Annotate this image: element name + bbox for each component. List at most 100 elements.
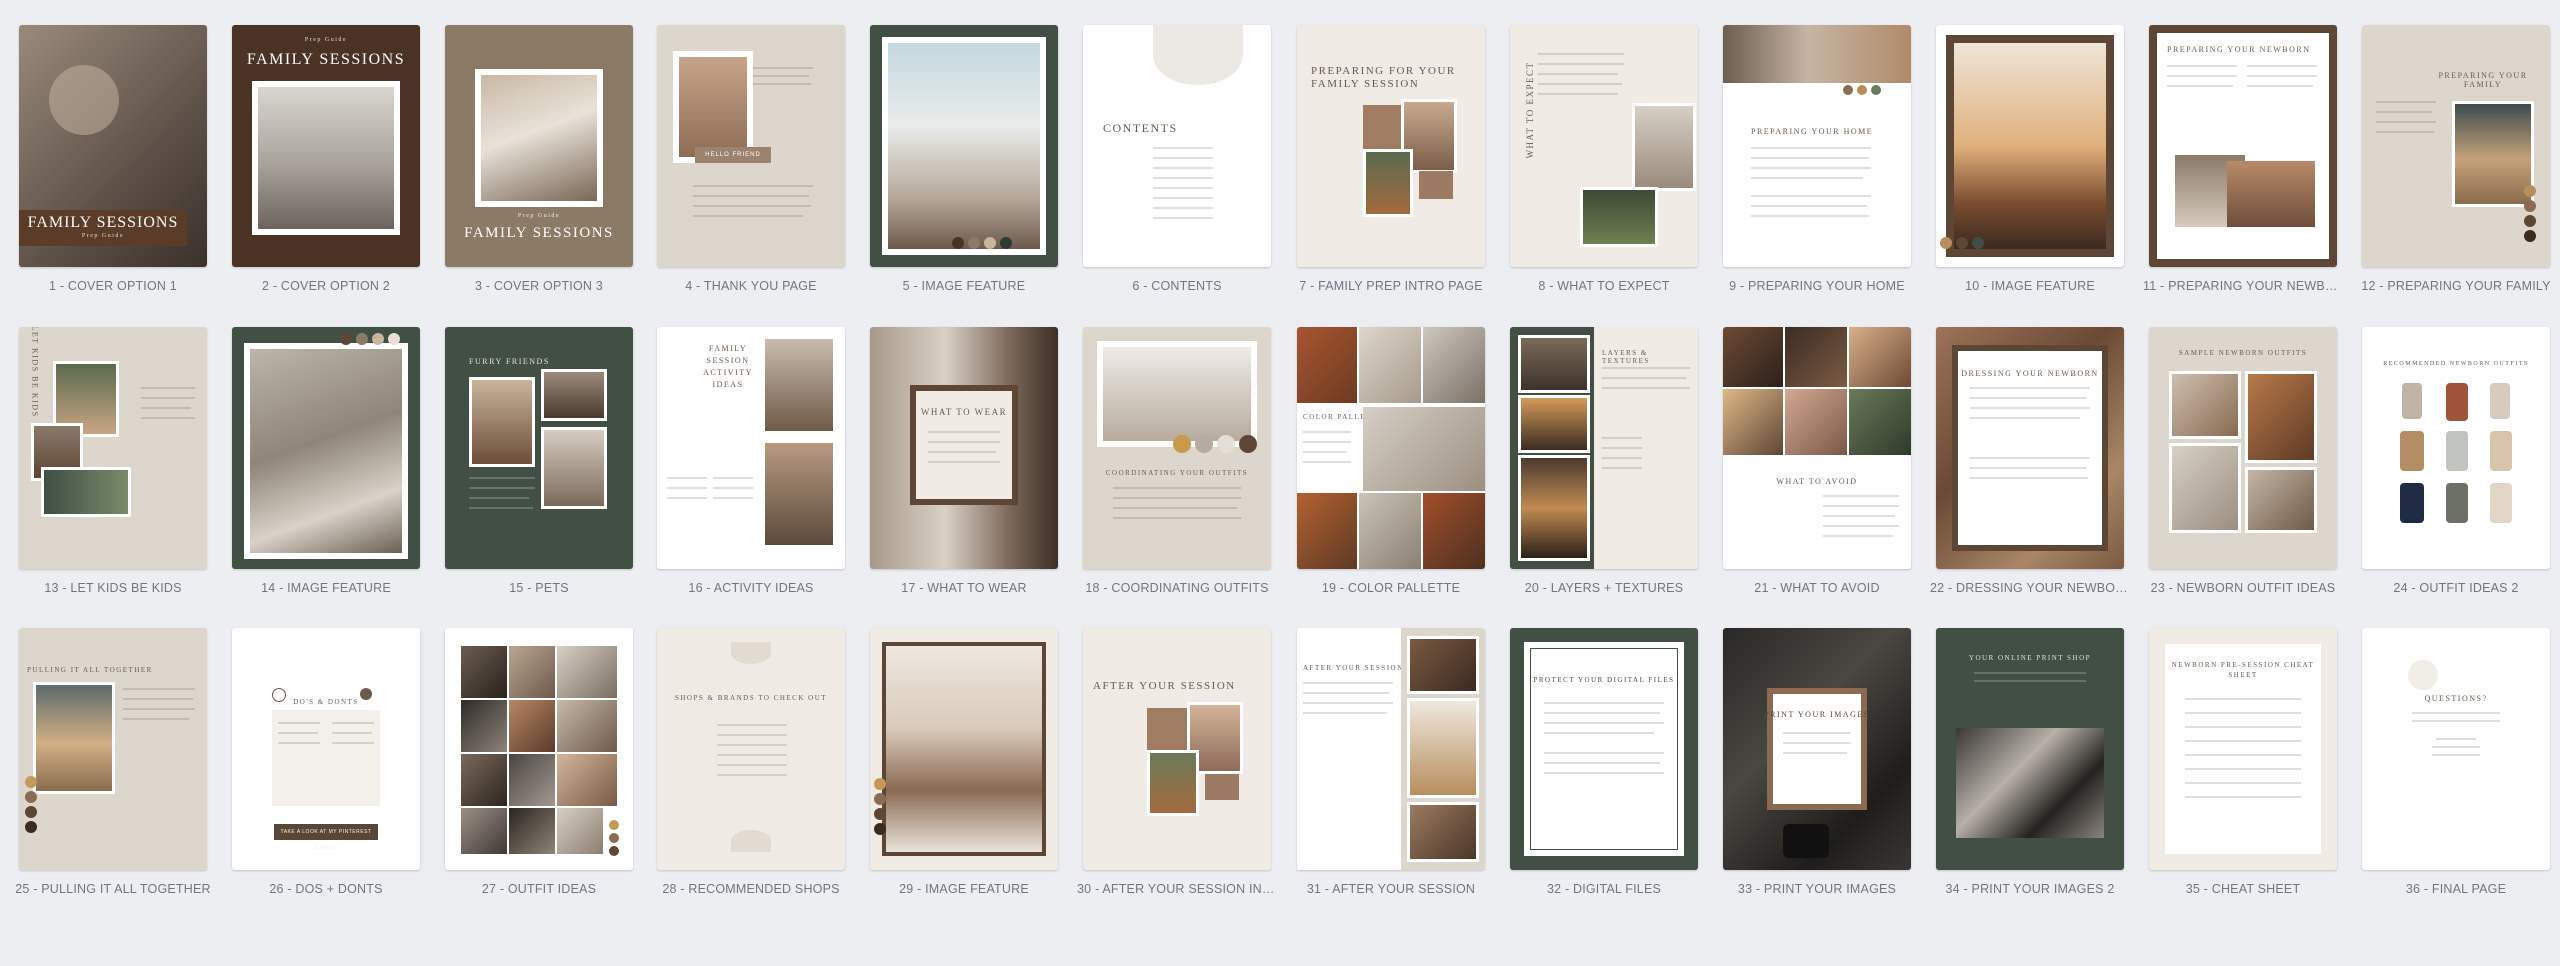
page-thumbnail[interactable]: DRESSING YOUR NEWBORN — [1936, 327, 2124, 569]
page-thumbnail[interactable]: HELLO FRIEND — [657, 25, 845, 267]
photo — [461, 646, 507, 698]
color-swatches — [25, 776, 37, 833]
page-card-28[interactable]: SHOPS & BRANDS TO CHECK OUT 28 - RECOMME… — [657, 628, 845, 896]
page-thumbnail[interactable]: PULLING IT ALL TOGETHER — [19, 628, 207, 870]
page-card-19[interactable]: COLOR PALLETTE 19 - COLOR PALLETTE — [1297, 327, 1485, 595]
page-caption: 20 - LAYERS + TEXTURES — [1524, 581, 1684, 595]
page-thumbnail[interactable]: RECOMMENDED NEWBORN OUTFITS — [2362, 327, 2550, 569]
page-card-30[interactable]: AFTER YOUR SESSION 30 - AFTER YOUR SESSI… — [1077, 628, 1277, 896]
page-card-33[interactable]: PRINT YOUR IMAGES 33 - PRINT YOUR IMAGES — [1723, 628, 1911, 896]
page-card-24[interactable]: RECOMMENDED NEWBORN OUTFITS 24 - OUTFIT … — [2362, 327, 2550, 595]
page-card-2[interactable]: Prep Guide FAMILY SESSIONS 2 - COVER OPT… — [232, 25, 420, 293]
page-thumbnail[interactable]: FURRY FRIENDS — [445, 327, 633, 569]
page-thumbnail[interactable]: NEWBORN PRE-SESSION CHEAT SHEET — [2149, 628, 2337, 870]
page-card-15[interactable]: FURRY FRIENDS 15 - PETS — [445, 327, 633, 595]
photo — [761, 439, 837, 549]
page-caption: 6 - CONTENTS — [1132, 279, 1222, 293]
page-card-17[interactable]: WHAT TO WEAR 17 - WHAT TO WEAR — [870, 327, 1058, 595]
contents-heading: CONTENTS — [1103, 121, 1178, 135]
page-thumbnail[interactable]: Prep Guide FAMILY SESSIONS — [232, 25, 420, 267]
photo — [1407, 698, 1479, 798]
page-thumbnail[interactable]: PREPARING YOUR NEWBORN — [2149, 25, 2337, 267]
page-thumbnail[interactable]: Prep Guide FAMILY SESSIONS — [445, 25, 633, 267]
page-card-26[interactable]: DO'S & DONTS TAKE A LOOK AT MY PINTEREST… — [232, 628, 420, 896]
page-thumbnail[interactable]: FAMILY SESSION ACTIVITY IDEAS — [657, 327, 845, 569]
page-thumbnail[interactable]: SHOPS & BRANDS TO CHECK OUT — [657, 628, 845, 870]
page-card-5[interactable]: 5 - IMAGE FEATURE — [870, 25, 1058, 293]
page-thumbnail[interactable]: COORDINATING YOUR OUTFITS — [1083, 327, 1271, 569]
page-card-13[interactable]: LET KIDS BE KIDS 13 - LET KIDS BE KIDS — [19, 327, 207, 595]
page-card-32[interactable]: PROTECT YOUR DIGITAL FILES 32 - DIGITAL … — [1510, 628, 1698, 896]
page-card-25[interactable]: PULLING IT ALL TOGETHER 25 - PULLING IT … — [15, 628, 211, 896]
page-thumbnail[interactable]: WHAT TO EXPECT — [1510, 25, 1698, 267]
palm-leaf-decoration — [2408, 660, 2438, 690]
page-card-7[interactable]: PREPARING FOR YOUR FAMILY SESSION 7 - FA… — [1297, 25, 1485, 293]
photo — [461, 700, 507, 752]
page-thumbnail[interactable]: LET KIDS BE KIDS — [19, 327, 207, 569]
dressing-heading: DRESSING YOUR NEWBORN — [1961, 369, 2099, 378]
cover-subtitle: Prep Guide — [304, 37, 348, 43]
family-heading: PREPARING YOUR FAMILY — [2438, 71, 2528, 89]
photo — [509, 754, 555, 806]
page-caption: 9 - PREPARING YOUR HOME — [1729, 279, 1905, 293]
page-card-36[interactable]: QUESTIONS? 36 - FINAL PAGE — [2362, 628, 2550, 896]
page-card-20[interactable]: LAYERS & TEXTURES 20 - LAYERS + TEXTURES — [1510, 327, 1698, 595]
pinterest-button[interactable]: TAKE A LOOK AT MY PINTEREST BOARDS — [274, 824, 378, 851]
page-card-16[interactable]: FAMILY SESSION ACTIVITY IDEAS 16 - ACTIV… — [657, 327, 845, 595]
page-card-1[interactable]: FAMILY SESSIONS Prep Guide 1 - COVER OPT… — [19, 25, 207, 293]
page-card-4[interactable]: HELLO FRIEND 4 - THANK YOU PAGE — [657, 25, 845, 293]
page-card-12[interactable]: PREPARING YOUR FAMILY 12 - PREPARING YOU… — [2361, 25, 2550, 293]
page-card-10[interactable]: 10 - IMAGE FEATURE — [1936, 25, 2124, 293]
color-swatches — [340, 333, 400, 345]
page-card-35[interactable]: NEWBORN PRE-SESSION CHEAT SHEET 35 - CHE… — [2149, 628, 2337, 896]
page-thumbnail[interactable] — [870, 25, 1058, 267]
page-thumbnail[interactable]: WHAT TO AVOID — [1723, 327, 1911, 569]
page-thumbnail[interactable]: FAMILY SESSIONS Prep Guide — [19, 25, 207, 267]
photo — [33, 682, 115, 794]
page-card-14[interactable]: 14 - IMAGE FEATURE — [232, 327, 420, 595]
page-card-18[interactable]: COORDINATING YOUR OUTFITS 18 - COORDINAT… — [1083, 327, 1271, 595]
page-card-11[interactable]: PREPARING YOUR NEWBORN 11 - PREPARING YO… — [2143, 25, 2343, 293]
page-thumbnail[interactable]: PREPARING FOR YOUR FAMILY SESSION — [1297, 25, 1485, 267]
together-heading: PULLING IT ALL TOGETHER — [27, 666, 153, 674]
photo — [2245, 467, 2317, 533]
page-thumbnail[interactable]: PROTECT YOUR DIGITAL FILES — [1510, 628, 1698, 870]
photo — [1580, 187, 1658, 247]
page-card-3[interactable]: Prep Guide FAMILY SESSIONS 3 - COVER OPT… — [445, 25, 633, 293]
check-icon — [272, 688, 286, 702]
page-thumbnail[interactable]: WHAT TO WEAR — [870, 327, 1058, 569]
photo — [469, 377, 535, 467]
page-thumbnail[interactable]: YOUR ONLINE PRINT SHOP — [1936, 628, 2124, 870]
page-caption: 35 - CHEAT SHEET — [2185, 882, 2301, 896]
page-thumbnail[interactable]: SAMPLE NEWBORN OUTFITS — [2149, 327, 2337, 569]
page-thumbnail[interactable]: PREPARING YOUR HOME — [1723, 25, 1911, 267]
swatch-block — [1205, 774, 1239, 800]
page-card-22[interactable]: DRESSING YOUR NEWBORN 22 - DRESSING YOUR… — [1930, 327, 2130, 595]
page-thumbnail[interactable]: PRINT YOUR IMAGES — [1723, 628, 1911, 870]
page-thumbnail[interactable]: LAYERS & TEXTURES — [1510, 327, 1698, 569]
page-card-31[interactable]: AFTER YOUR SESSION 31 - AFTER YOUR SESSI… — [1297, 628, 1485, 896]
page-card-9[interactable]: PREPARING YOUR HOME 9 - PREPARING YOUR H… — [1723, 25, 1911, 293]
page-thumbnail[interactable] — [1936, 25, 2124, 267]
page-thumbnail[interactable] — [232, 327, 420, 569]
page-thumbnail[interactable] — [870, 628, 1058, 870]
page-card-27[interactable]: 27 - OUTFIT IDEAS — [445, 628, 633, 896]
page-card-23[interactable]: SAMPLE NEWBORN OUTFITS 23 - NEWBORN OUTF… — [2149, 327, 2337, 595]
page-thumbnail[interactable]: CONTENTS — [1083, 25, 1271, 267]
page-thumbnail[interactable]: QUESTIONS? — [2362, 628, 2550, 870]
page-card-8[interactable]: WHAT TO EXPECT 8 - WHAT TO EXPECT — [1510, 25, 1698, 293]
page-thumbnail[interactable]: PREPARING YOUR FAMILY — [2362, 25, 2550, 267]
page-thumbnail[interactable] — [445, 628, 633, 870]
page-card-6[interactable]: CONTENTS 6 - CONTENTS — [1083, 25, 1271, 293]
page-thumbnail[interactable]: AFTER YOUR SESSION — [1297, 628, 1485, 870]
photo — [1423, 327, 1485, 403]
page-thumbnail[interactable]: AFTER YOUR SESSION — [1083, 628, 1271, 870]
page-caption: 33 - PRINT YOUR IMAGES — [1737, 882, 1897, 896]
page-caption: 5 - IMAGE FEATURE — [902, 279, 1026, 293]
page-thumbnail[interactable]: COLOR PALLETTE — [1297, 327, 1485, 569]
page-card-34[interactable]: YOUR ONLINE PRINT SHOP 34 - PRINT YOUR I… — [1936, 628, 2124, 896]
page-thumbnail[interactable]: DO'S & DONTS TAKE A LOOK AT MY PINTEREST… — [232, 628, 420, 870]
page-card-21[interactable]: WHAT TO AVOID 21 - WHAT TO AVOID — [1723, 327, 1911, 595]
page-caption: 2 - COVER OPTION 2 — [262, 279, 390, 293]
page-card-29[interactable]: 29 - IMAGE FEATURE — [870, 628, 1058, 896]
